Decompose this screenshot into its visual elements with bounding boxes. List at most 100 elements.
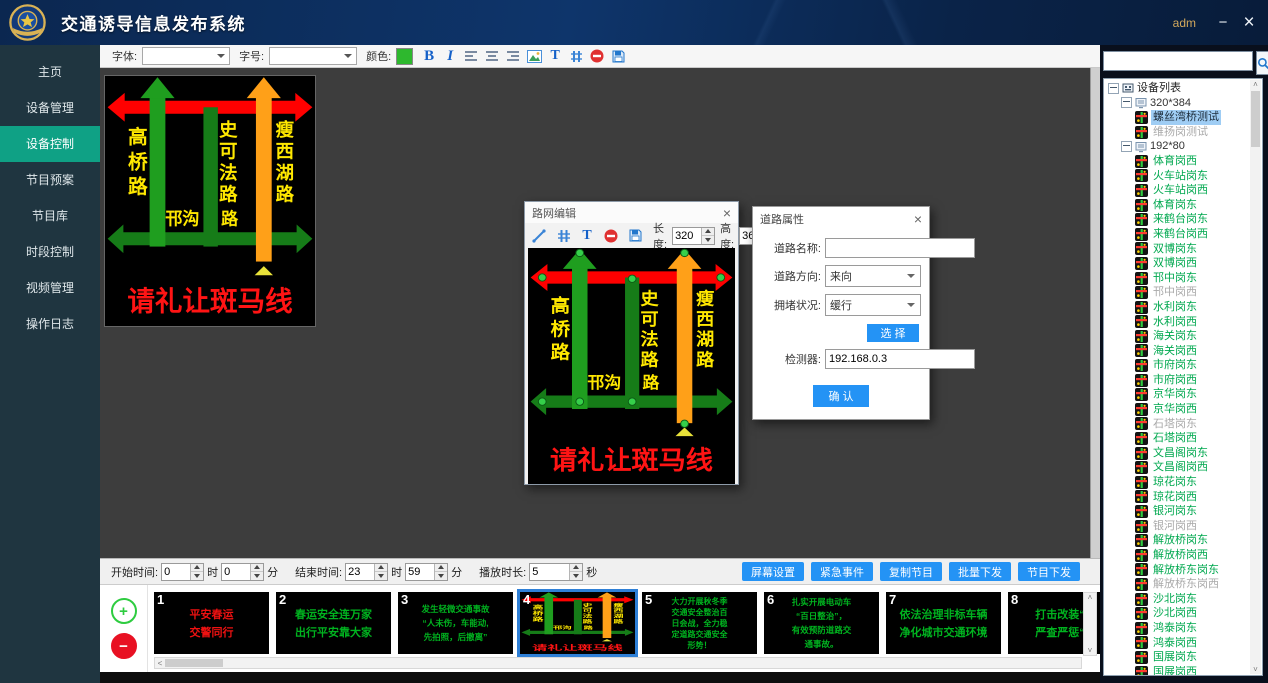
collapse-icon[interactable]	[1108, 83, 1119, 94]
device-item[interactable]: 银河岗东	[1108, 504, 1249, 519]
align-center-icon[interactable]	[483, 47, 501, 65]
device-item[interactable]: 火车站岗东	[1108, 169, 1249, 184]
sidebar-item[interactable]: 设备控制	[0, 126, 100, 162]
road-properties-titlebar[interactable]: 道路属性 ×	[753, 207, 929, 231]
device-item[interactable]: 火车站岗西	[1108, 183, 1249, 198]
program-thumbnail[interactable]: 平安春运交警同行1	[154, 592, 269, 654]
device-item[interactable]: 银河岗西	[1108, 519, 1249, 534]
device-item[interactable]: 解放桥东岗东	[1108, 563, 1249, 578]
tree-scrollbar[interactable]: ˄˅	[1250, 80, 1261, 674]
action-button[interactable]: 紧急事件	[811, 562, 873, 581]
text-icon[interactable]: T	[578, 227, 596, 245]
device-item[interactable]: 来鹤台岗西	[1108, 227, 1249, 242]
start-minute-stepper[interactable]	[221, 563, 264, 581]
action-button[interactable]: 节目下发	[1018, 562, 1080, 581]
program-thumbnail[interactable]: 发生轻微交通事故“人未伤，车能动,先拍照，后撤离”3	[398, 592, 513, 654]
road-network-canvas[interactable]: 高桥路 史可法路 瘦西湖路 邗沟 路 请礼让斑马线	[528, 248, 735, 484]
add-program-button[interactable]: +	[111, 598, 137, 624]
close-icon[interactable]: ×	[1236, 14, 1262, 31]
save-icon[interactable]	[609, 47, 627, 65]
device-item[interactable]: 沙北岗东	[1108, 592, 1249, 607]
device-item[interactable]: 海关岗东	[1108, 329, 1249, 344]
device-item[interactable]: 来鹤台岗东	[1108, 212, 1249, 227]
close-icon[interactable]: ×	[723, 205, 731, 221]
device-item[interactable]: 琼花岗西	[1108, 490, 1249, 505]
minimize-icon[interactable]: −	[1210, 14, 1236, 31]
sidebar-item[interactable]: 视频管理	[0, 270, 100, 306]
sidebar-item[interactable]: 主页	[0, 54, 100, 90]
device-item[interactable]: 维扬岗测试	[1108, 125, 1249, 140]
device-item[interactable]: 解放桥岗西	[1108, 548, 1249, 563]
detector-field[interactable]	[825, 349, 975, 369]
duration-stepper[interactable]	[529, 563, 583, 581]
text-icon[interactable]: T	[546, 47, 564, 65]
bold-icon[interactable]: B	[420, 47, 438, 65]
device-search-input[interactable]	[1103, 51, 1253, 71]
road-direction-select[interactable]: 来向	[825, 265, 921, 287]
tree-group[interactable]: 320*384	[1108, 96, 1249, 111]
program-thumbnail[interactable]: 大力开展秋冬季交通安全整治百日会战，全力稳定道路交通安全形势！5	[642, 592, 757, 654]
device-item[interactable]: 水利岗西	[1108, 315, 1249, 330]
sidebar-item[interactable]: 操作日志	[0, 306, 100, 342]
end-hour-stepper[interactable]	[345, 563, 388, 581]
vertical-scrollbar[interactable]: ˄˅	[1083, 592, 1097, 656]
device-item[interactable]: 水利岗东	[1108, 300, 1249, 315]
program-thumbnail[interactable]: 春运安全连万家出行平安靠大家2	[276, 592, 391, 654]
device-item[interactable]: 螺丝湾桥测试	[1108, 110, 1249, 125]
device-item[interactable]: 双博岗西	[1108, 256, 1249, 271]
search-button[interactable]	[1256, 51, 1268, 75]
length-input[interactable]	[673, 228, 701, 244]
road-editor-titlebar[interactable]: 路网编辑 ×	[525, 202, 738, 223]
close-icon[interactable]: ×	[914, 211, 922, 227]
device-item[interactable]: 解放桥岗东	[1108, 533, 1249, 548]
program-thumbnail[interactable]: 扎实开展电动车“百日整治”，有效预防道路交通事故。6	[764, 592, 879, 654]
device-item[interactable]: 鸿泰岗西	[1108, 636, 1249, 651]
sidebar-item[interactable]: 节目预案	[0, 162, 100, 198]
program-thumbnail[interactable]: 高桥路 史可法路 瘦西湖路 邗沟 路 请礼让斑马线 4	[520, 592, 635, 654]
device-item[interactable]: 解放桥东岗西	[1108, 577, 1249, 592]
device-item[interactable]: 市府岗东	[1108, 358, 1249, 373]
italic-icon[interactable]: I	[441, 47, 459, 65]
layout-icon[interactable]	[567, 47, 585, 65]
device-item[interactable]: 双博岗东	[1108, 242, 1249, 257]
confirm-button[interactable]: 确 认	[813, 385, 869, 407]
program-thumbnail[interactable]: 依法治理非标车辆净化城市交通环境7	[886, 592, 1001, 654]
start-hour-stepper[interactable]	[161, 563, 204, 581]
select-detector-button[interactable]: 选 择	[867, 324, 919, 342]
device-item[interactable]: 海关岗西	[1108, 344, 1249, 359]
sidebar-item[interactable]: 时段控制	[0, 234, 100, 270]
device-item[interactable]: 石塔岗东	[1108, 417, 1249, 432]
device-item[interactable]: 体育岗东	[1108, 198, 1249, 213]
image-icon[interactable]	[525, 47, 543, 65]
device-item[interactable]: 国展岗东	[1108, 650, 1249, 665]
device-item[interactable]: 京华岗东	[1108, 387, 1249, 402]
device-item[interactable]: 石塔岗西	[1108, 431, 1249, 446]
color-swatch[interactable]	[396, 48, 413, 65]
remove-program-button[interactable]: −	[111, 633, 137, 659]
length-stepper[interactable]	[672, 227, 715, 245]
device-item[interactable]: 市府岗西	[1108, 373, 1249, 388]
action-button[interactable]: 复制节目	[880, 562, 942, 581]
sidebar-item[interactable]: 节目库	[0, 198, 100, 234]
device-item[interactable]: 国展岗西	[1108, 665, 1249, 676]
collapse-icon[interactable]	[1121, 97, 1132, 108]
road-name-field[interactable]	[825, 238, 975, 258]
sidebar-item[interactable]: 设备管理	[0, 90, 100, 126]
device-item[interactable]: 琼花岗东	[1108, 475, 1249, 490]
delete-icon[interactable]	[588, 47, 606, 65]
editor-canvas[interactable]: 高桥路 史可法路 瘦西湖路 邗沟 路 请礼让斑马线 路网编辑 × T 长度:	[100, 68, 1100, 558]
device-item[interactable]: 沙北岗西	[1108, 606, 1249, 621]
device-item[interactable]: 文昌阁岗东	[1108, 446, 1249, 461]
horizontal-scrollbar[interactable]: <	[154, 657, 1082, 669]
end-minute-stepper[interactable]	[405, 563, 448, 581]
device-item[interactable]: 邗中岗西	[1108, 285, 1249, 300]
sign-preview[interactable]: 高桥路 史可法路 瘦西湖路 邗沟 路 请礼让斑马线	[105, 76, 315, 326]
delete-icon[interactable]	[602, 227, 620, 245]
align-right-icon[interactable]	[504, 47, 522, 65]
save-icon[interactable]	[626, 227, 644, 245]
line-icon[interactable]	[530, 227, 548, 245]
tree-group[interactable]: 192*80	[1108, 139, 1249, 154]
action-button[interactable]: 屏幕设置	[742, 562, 804, 581]
font-select[interactable]	[142, 47, 230, 65]
device-item[interactable]: 文昌阁岗西	[1108, 460, 1249, 475]
